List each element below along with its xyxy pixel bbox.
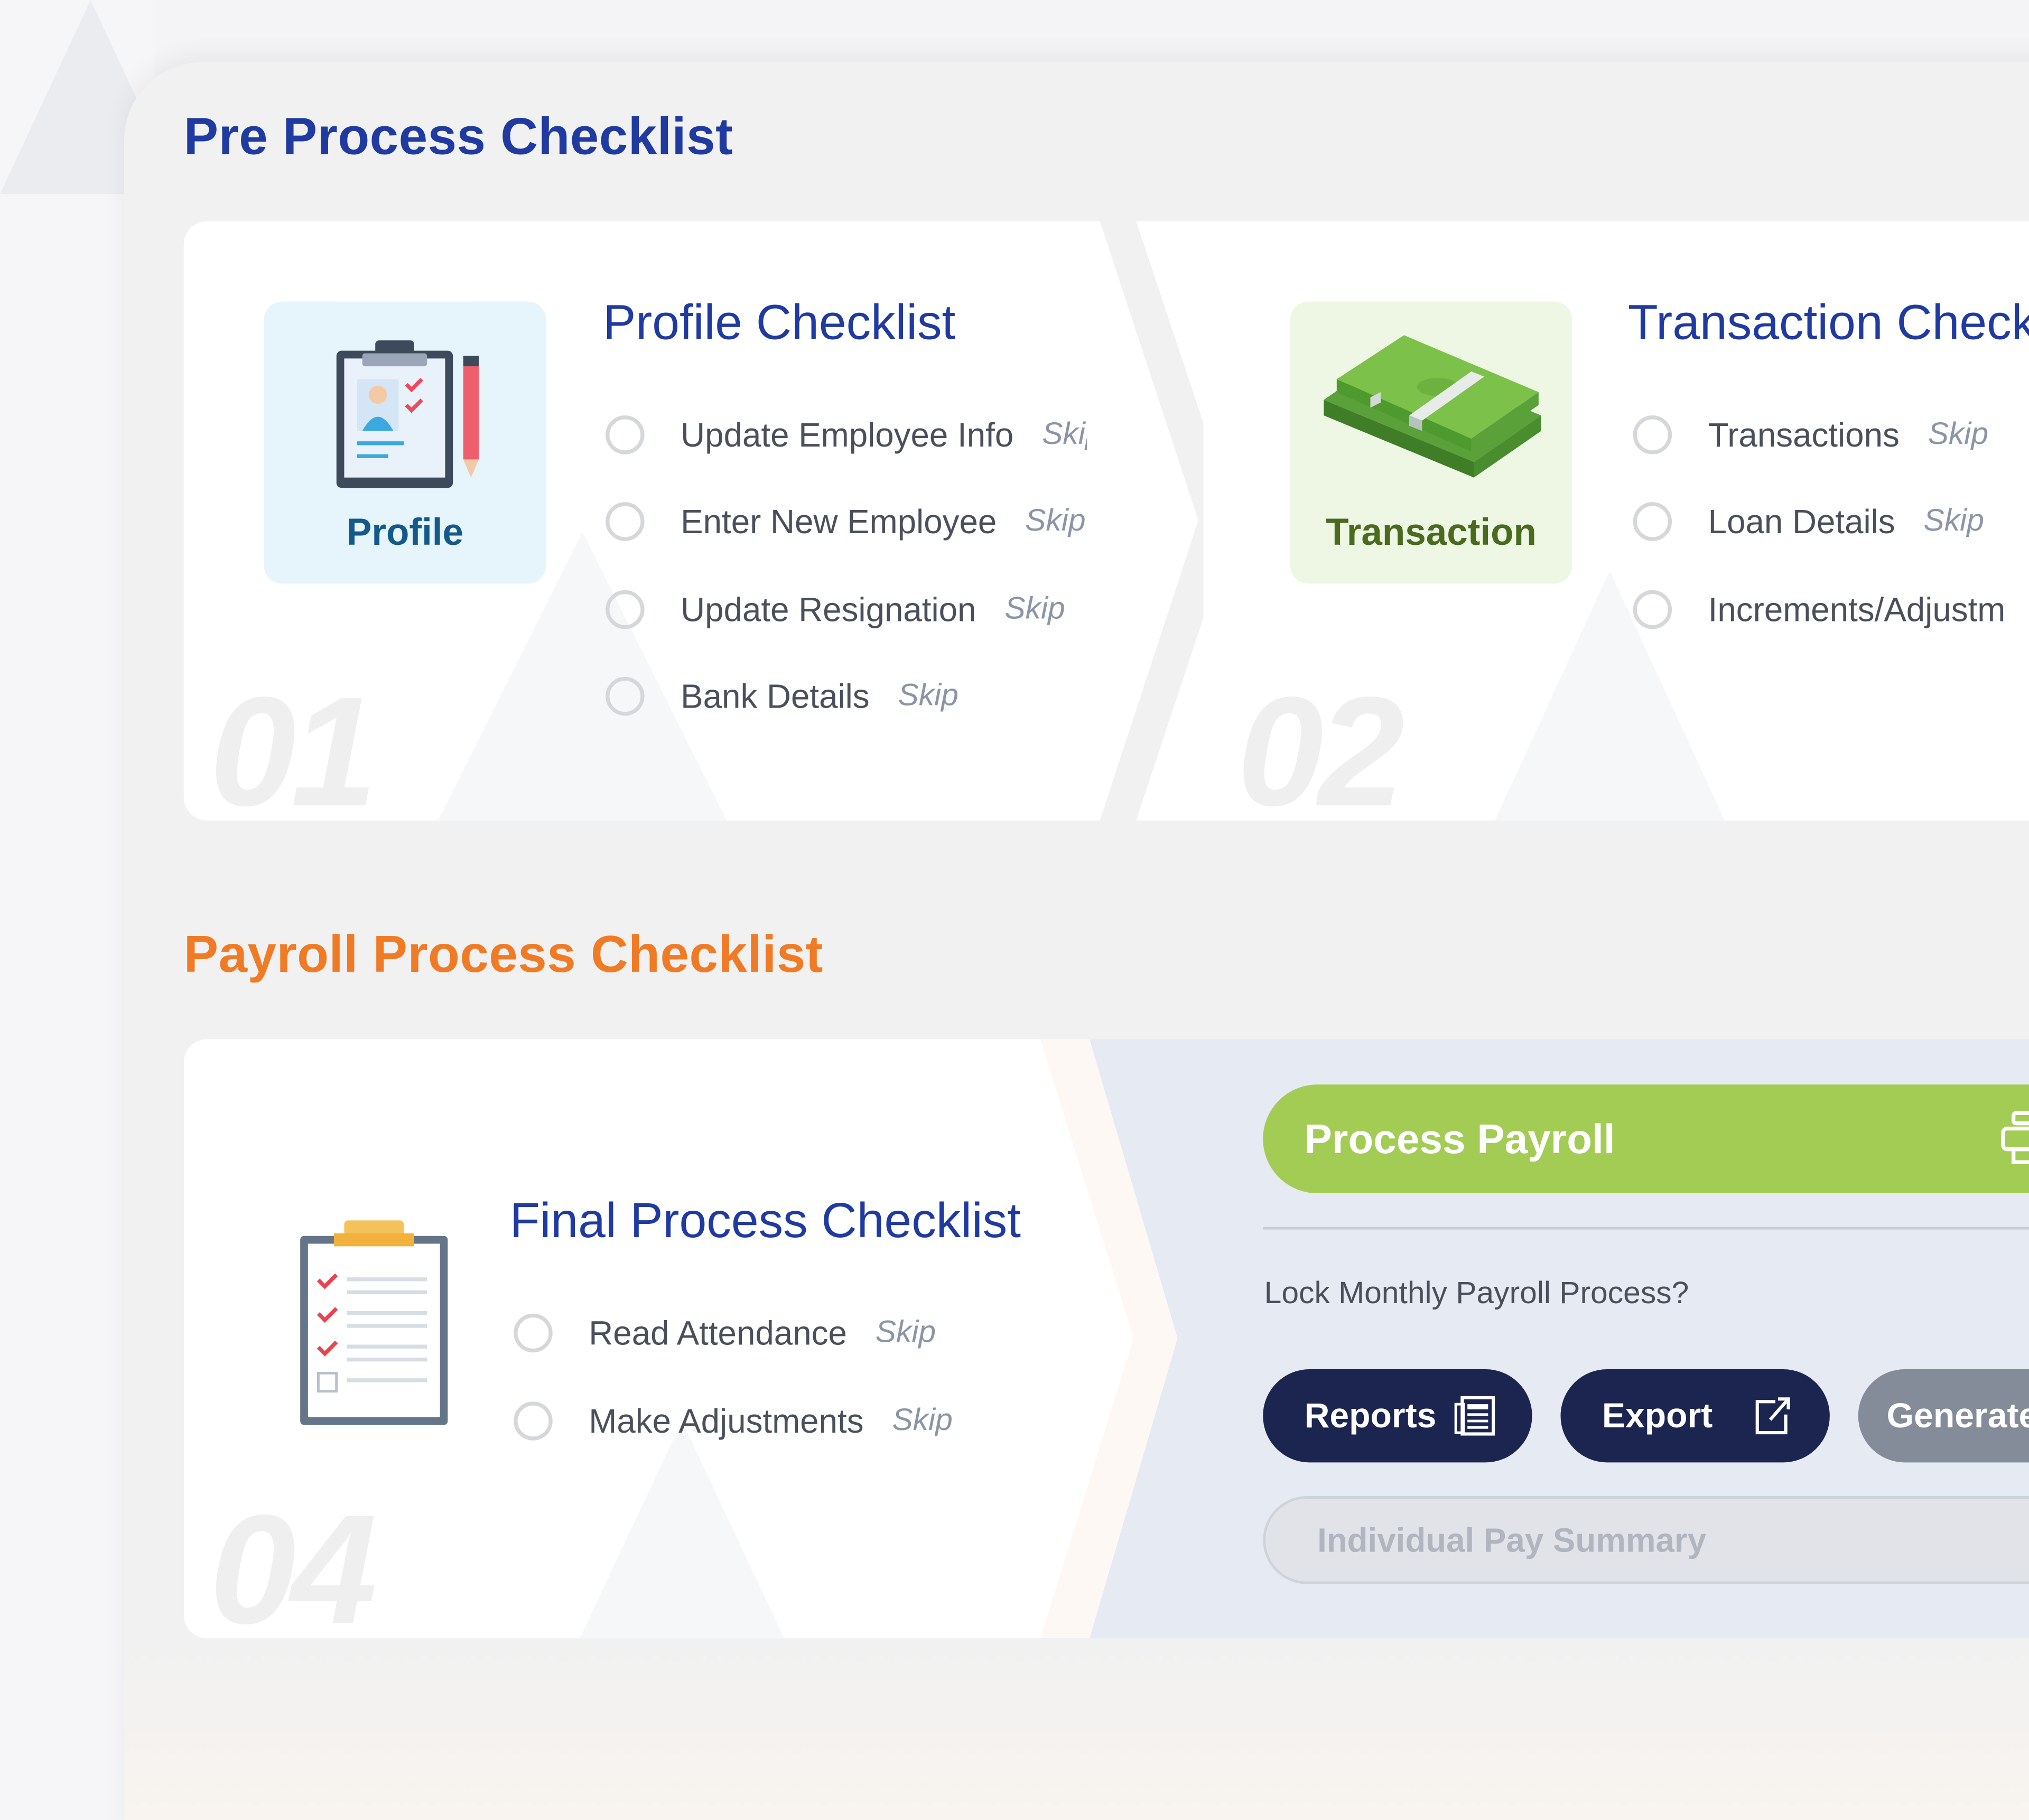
- process-payroll-label: Process Payroll: [1304, 1115, 1615, 1162]
- individual-pay-summary-button[interactable]: Individual Pay Summary: [1263, 1496, 2029, 1584]
- checklist-item-label: Transactions: [1708, 414, 1900, 454]
- skip-link[interactable]: Skip: [898, 678, 958, 714]
- profile-tile-label: Profile: [347, 512, 464, 554]
- export-label: Export: [1602, 1396, 1713, 1435]
- panel-bottom: [124, 1638, 2029, 1820]
- step-number: 02: [1237, 665, 1404, 821]
- checklist-item-label: Read Attendance: [589, 1313, 847, 1352]
- checklist-item-transactions[interactable]: Transactions Skip: [1633, 409, 1988, 461]
- checklist-item-label: Enter New Employee: [681, 501, 997, 541]
- checklist-item-label: Bank Details: [681, 676, 870, 716]
- radio-button[interactable]: [606, 590, 645, 629]
- reports-label: Reports: [1304, 1396, 1437, 1435]
- external-link-icon: [1755, 1397, 1790, 1435]
- checklist-item-enter-new-employee[interactable]: Enter New Employee Skip: [606, 496, 1086, 547]
- generate-label: Generate: [1886, 1396, 2029, 1435]
- card-decoration: [578, 1421, 786, 1639]
- radio-button[interactable]: [1633, 590, 1672, 629]
- reports-button[interactable]: Reports: [1263, 1369, 1532, 1463]
- transaction-tile[interactable]: Transaction: [1290, 301, 1572, 584]
- checklist-item-label: Make Adjustments: [589, 1401, 864, 1440]
- final-process-heading: Final Process Checklist: [509, 1194, 1021, 1249]
- transaction-tile-label: Transaction: [1326, 512, 1537, 554]
- profile-tile[interactable]: Profile: [264, 301, 546, 584]
- checklist-item-label: Update Employee Info: [681, 414, 1014, 454]
- checklist-item-update-employee-info[interactable]: Update Employee Info Skip: [606, 409, 1102, 461]
- transaction-checklist-heading: Transaction Check: [1627, 296, 2029, 351]
- checklist-item-label: Increments/Adjustm: [1708, 589, 2006, 628]
- checklist-item-label: Update Resignation: [681, 589, 976, 628]
- skip-link[interactable]: Skip: [1025, 504, 1085, 540]
- radio-button[interactable]: [606, 676, 645, 716]
- checklist-item-loan-details[interactable]: Loan Details Skip: [1633, 496, 1984, 547]
- checklist-item-label: Loan Details: [1708, 501, 1895, 541]
- radio-button[interactable]: [514, 1401, 553, 1441]
- profile-checklist-card: 01 Profile Profile Checklist Update Empl…: [183, 221, 1232, 821]
- checklist-item-make-adjustments[interactable]: Make Adjustments Skip: [514, 1395, 953, 1447]
- radio-button[interactable]: [514, 1313, 553, 1353]
- radio-button[interactable]: [606, 502, 645, 541]
- skip-link[interactable]: Skip: [892, 1403, 952, 1440]
- checklist-item-read-attendance[interactable]: Read Attendance Skip: [514, 1307, 936, 1359]
- profile-clipboard-icon: [336, 340, 479, 488]
- skip-link[interactable]: Skip: [1924, 504, 1984, 540]
- skip-link[interactable]: Skip: [876, 1315, 936, 1351]
- profile-checklist-heading: Profile Checklist: [603, 296, 956, 351]
- checklist-item-bank-details[interactable]: Bank Details Skip: [606, 671, 958, 722]
- transaction-checklist-card: 02 Transaction Transaction Check Transac…: [1203, 221, 2029, 821]
- process-payroll-button[interactable]: Process Payroll: [1263, 1084, 2029, 1193]
- payroll-process-title: Payroll Process Checklist: [183, 926, 823, 984]
- printer-icon: [2001, 1111, 2029, 1164]
- divider: [1263, 1227, 2029, 1230]
- checklist-item-increments-adjustments[interactable]: Increments/Adjustm: [1633, 583, 2006, 635]
- lock-payroll-question: Lock Monthly Payroll Process?: [1264, 1276, 1689, 1311]
- step-number: 04: [209, 1483, 377, 1639]
- generate-button[interactable]: Generate: [1858, 1369, 2029, 1463]
- skip-link[interactable]: Skip: [1928, 417, 1988, 453]
- radio-button[interactable]: [1633, 415, 1672, 454]
- step-number: 01: [209, 665, 377, 821]
- skip-link[interactable]: Skip: [1004, 591, 1065, 628]
- export-button[interactable]: Export: [1560, 1369, 1830, 1463]
- individual-pay-summary-label: Individual Pay Summary: [1317, 1520, 1707, 1559]
- checklist-clipboard-icon: [300, 1220, 448, 1425]
- radio-button[interactable]: [606, 415, 645, 454]
- money-stack-icon: [1324, 335, 1541, 478]
- reports-icon: [1454, 1396, 1495, 1436]
- checklist-item-update-resignation[interactable]: Update Resignation Skip: [606, 583, 1065, 635]
- radio-button[interactable]: [1633, 502, 1672, 541]
- pre-process-title: Pre Process Checklist: [183, 108, 733, 166]
